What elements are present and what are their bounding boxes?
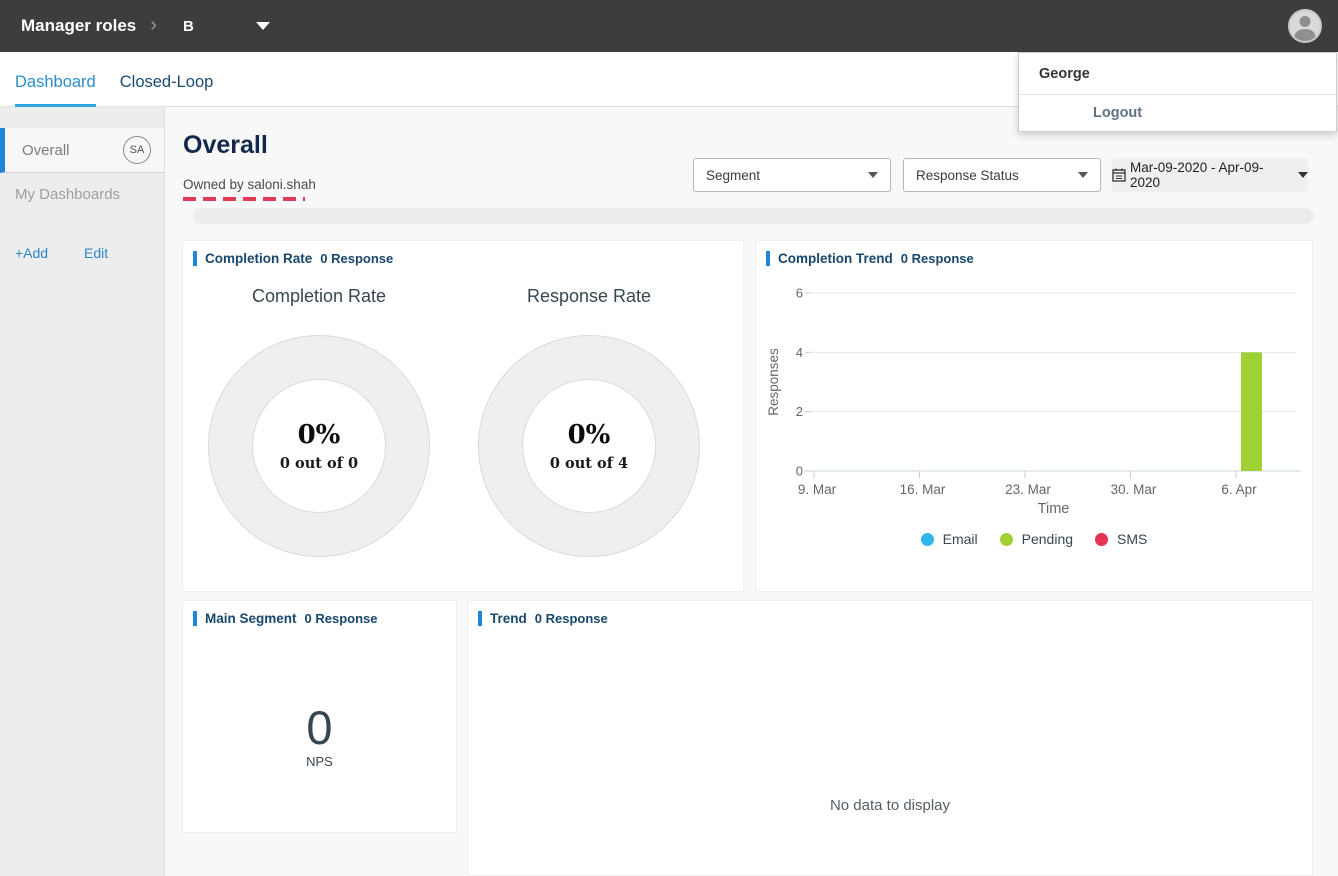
response-status-dropdown-label: Response Status	[916, 168, 1019, 183]
date-range-picker[interactable]: Mar-09-2020 - Apr-09-2020	[1112, 158, 1308, 192]
svg-text:6: 6	[796, 286, 803, 301]
card-header: Completion Rate 0 Response	[183, 241, 743, 266]
top-bar: Manager roles › B	[0, 0, 1338, 52]
legend-label: Pending	[1022, 531, 1073, 547]
card-title: Completion Rate	[205, 251, 312, 266]
caret-down-icon	[1298, 172, 1308, 178]
legend-label: Email	[943, 531, 978, 547]
nps-value: 0	[183, 704, 456, 751]
date-range-label: Mar-09-2020 - Apr-09-2020	[1130, 160, 1290, 190]
main-segment-card: Main Segment 0 Response 0 NPS	[182, 600, 457, 833]
card-title: Trend	[490, 611, 527, 626]
segment-dropdown[interactable]: Segment	[693, 158, 891, 192]
legend-dot	[1095, 533, 1108, 546]
donut-percent: 0%	[568, 420, 611, 450]
donut-center: 0% 0 out of 4	[522, 379, 656, 513]
nps-value-block: 0 NPS	[183, 704, 456, 769]
card-accent-bar	[193, 251, 197, 266]
caret-down-icon	[1078, 172, 1088, 178]
svg-text:16. Mar: 16. Mar	[900, 482, 946, 497]
sidebar-item-label: Overall	[5, 142, 70, 159]
dashboard-screen: Manager roles › B George Logout Dashboar…	[0, 0, 1338, 876]
svg-text:23. Mar: 23. Mar	[1005, 482, 1051, 497]
card-response-count: 0 Response	[535, 611, 608, 626]
svg-text:6. Apr: 6. Apr	[1221, 482, 1257, 497]
legend-dot	[921, 533, 934, 546]
logout-button[interactable]: Logout	[1019, 95, 1336, 131]
response-status-dropdown[interactable]: Response Status	[903, 158, 1101, 192]
breadcrumb-root[interactable]: Manager roles	[21, 16, 136, 36]
response-rate-donut: 0% 0 out of 4	[478, 335, 700, 557]
card-accent-bar	[478, 611, 482, 626]
calendar-icon	[1112, 168, 1126, 182]
card-accent-bar	[193, 611, 197, 626]
tab-closed-loop[interactable]: Closed-Loop	[120, 73, 214, 106]
legend-dot	[1000, 533, 1013, 546]
add-dashboard-button[interactable]: +Add	[15, 245, 48, 261]
page-title: Overall	[183, 131, 268, 160]
tab-dashboard[interactable]: Dashboard	[15, 73, 96, 106]
donut-title-completion-rate: Completion Rate	[208, 286, 430, 307]
sa-badge: SA	[123, 136, 151, 164]
caret-down-icon[interactable]	[256, 22, 270, 30]
trend-card: Trend 0 Response No data to display	[467, 600, 1313, 876]
card-header: Trend 0 Response	[468, 601, 1312, 626]
owner-underline	[183, 197, 305, 201]
svg-text:30. Mar: 30. Mar	[1111, 482, 1157, 497]
card-response-count: 0 Response	[305, 611, 378, 626]
donut-center: 0% 0 out of 0	[252, 379, 386, 513]
edit-dashboard-button[interactable]: Edit	[84, 245, 108, 261]
sidebar-actions: +Add Edit	[0, 245, 164, 261]
donut-sub-label: 0 out of 0	[280, 455, 358, 472]
completion-trend-card: Completion Trend 0 Response 02469. Mar16…	[755, 240, 1313, 592]
content-divider-bar	[193, 208, 1314, 224]
svg-text:Responses: Responses	[766, 348, 781, 416]
sidebar: Overall SA My Dashboards +Add Edit	[0, 107, 165, 876]
svg-text:0: 0	[796, 464, 803, 479]
chevron-right-icon: ›	[150, 15, 157, 38]
svg-text:2: 2	[796, 404, 803, 419]
user-name: George	[1019, 53, 1336, 95]
segment-dropdown-label: Segment	[706, 168, 760, 183]
donut-percent: 0%	[298, 420, 341, 450]
legend-item-sms[interactable]: SMS	[1095, 531, 1147, 547]
card-title: Main Segment	[205, 611, 297, 626]
legend-label: SMS	[1117, 531, 1147, 547]
nps-label: NPS	[183, 754, 456, 769]
trend-legend: Email Pending SMS	[756, 531, 1312, 547]
legend-item-pending[interactable]: Pending	[1000, 531, 1073, 547]
svg-text:Time: Time	[1038, 501, 1070, 517]
user-dropdown-menu: George Logout	[1018, 52, 1337, 132]
user-avatar[interactable]	[1288, 9, 1322, 43]
caret-down-icon	[868, 172, 878, 178]
card-header: Main Segment 0 Response	[183, 601, 456, 626]
svg-text:4: 4	[796, 345, 803, 360]
breadcrumb-current-dashboard[interactable]: B	[183, 18, 194, 35]
card-response-count: 0 Response	[320, 251, 393, 266]
donut-title-response-rate: Response Rate	[478, 286, 700, 307]
legend-item-email[interactable]: Email	[921, 531, 978, 547]
completion-rate-card: Completion Rate 0 Response Completion Ra…	[182, 240, 744, 592]
sidebar-section-my-dashboards: My Dashboards	[0, 173, 164, 203]
empty-state-message: No data to display	[468, 797, 1312, 814]
completion-rate-donut: 0% 0 out of 0	[208, 335, 430, 557]
svg-text:9. Mar: 9. Mar	[798, 482, 837, 497]
sidebar-item-overall[interactable]: Overall SA	[0, 128, 164, 173]
page-owner: Owned by saloni.shah	[183, 177, 316, 192]
donut-sub-label: 0 out of 4	[550, 455, 628, 472]
